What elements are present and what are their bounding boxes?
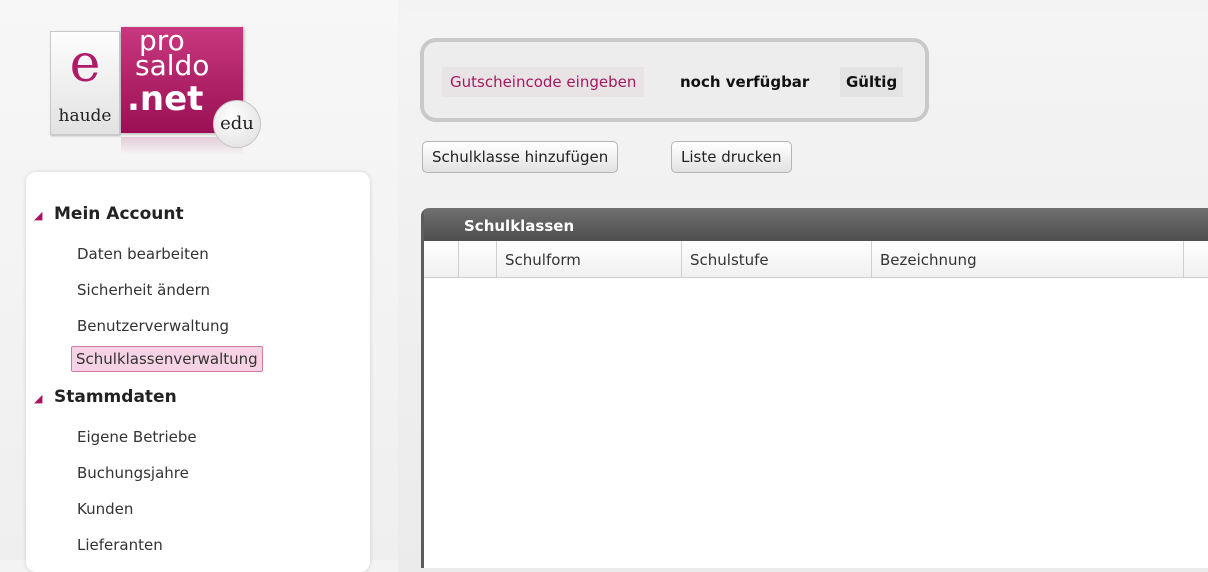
haude-e-glyph: e (69, 34, 101, 94)
edu-badge: edu (213, 100, 261, 148)
grid-body (424, 278, 1208, 568)
grid-title: Schulklassen (424, 208, 1208, 241)
column-header-schulform[interactable]: Schulform (497, 241, 682, 277)
sidebar-item-eigene-betriebe[interactable]: Eigene Betriebe (72, 424, 202, 450)
sidebar-item-schulklassenverwaltung[interactable]: Schulklassenverwaltung (71, 346, 263, 372)
haude-logo-tile: e haude (50, 31, 120, 135)
nav-section-title: Stammdaten (54, 387, 177, 407)
sidebar-item-lieferanten[interactable]: Lieferanten (72, 532, 168, 558)
sidebar-item-sicherheit-aendern[interactable]: Sicherheit ändern (72, 277, 215, 303)
nav-section-title: Mein Account (54, 204, 184, 224)
sidebar-item-daten-bearbeiten[interactable]: Daten bearbeiten (72, 241, 214, 267)
column-header-schulstufe[interactable]: Schulstufe (682, 241, 872, 277)
print-list-button[interactable]: Liste drucken (671, 141, 792, 173)
sidebar-item-buchungsjahre[interactable]: Buchungsjahre (72, 460, 194, 486)
collapse-triangle-icon[interactable]: ◢ (34, 392, 54, 405)
grid-header-row: Schulform Schulstufe Bezeichnung (424, 241, 1208, 278)
column-header-expand[interactable] (459, 241, 497, 277)
haude-brand-text: haude (58, 106, 112, 126)
prosaldo-logo: e haude pro saldo .net edu (50, 26, 264, 157)
add-class-button[interactable]: Schulklasse hinzufügen (422, 141, 619, 173)
classes-grid: Schulklassen Schulform Schulstufe Bezeic… (421, 208, 1208, 568)
voucher-code-input[interactable]: Gutscheincode eingeben (442, 67, 645, 97)
column-header-bezeichnung[interactable]: Bezeichnung (872, 241, 1184, 277)
voucher-remaining-label: noch verfügbar (680, 73, 810, 91)
sidebar-item-benutzerverwaltung[interactable]: Benutzerverwaltung (72, 313, 234, 339)
collapse-triangle-icon[interactable]: ◢ (34, 209, 54, 222)
column-header-select[interactable] (424, 241, 459, 277)
voucher-valid-label: Gültig (840, 67, 904, 97)
voucher-box: Gutscheincode eingeben noch verfügbar Gü… (420, 38, 929, 122)
logo-line-saldo: saldo (135, 49, 210, 82)
logo-line-net: .net (127, 79, 204, 119)
nav-section-mein-account[interactable]: ◢ Mein Account (34, 204, 184, 224)
sidebar-item-kunden[interactable]: Kunden (72, 496, 138, 522)
nav-section-stammdaten[interactable]: ◢ Stammdaten (34, 387, 177, 407)
